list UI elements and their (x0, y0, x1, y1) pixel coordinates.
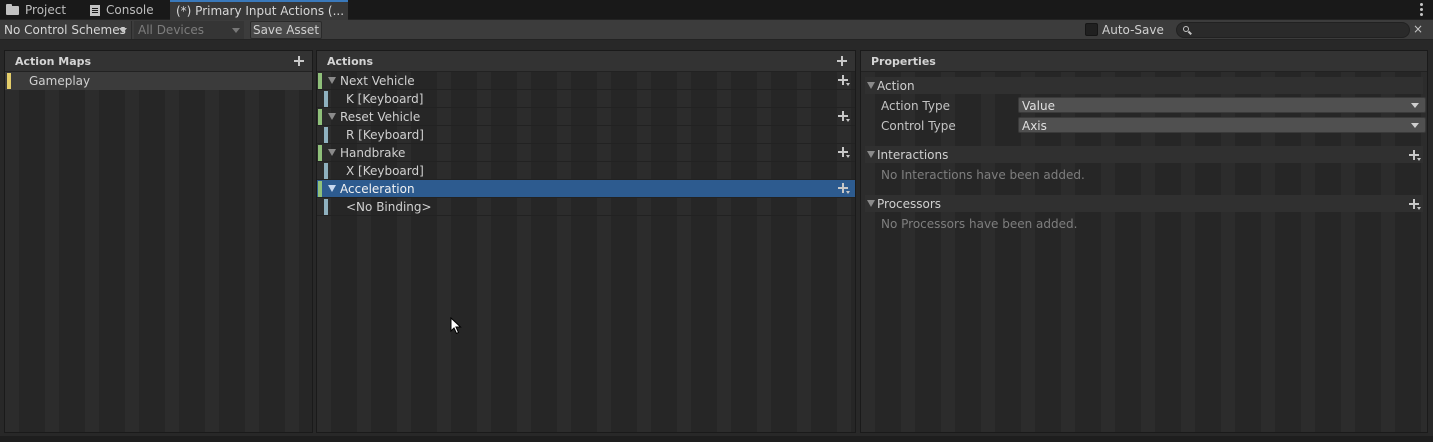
action-maps-title: Action Maps (15, 55, 92, 68)
tab-input-actions[interactable]: (*) Primary Input Actions (... (170, 0, 348, 20)
action-label: Acceleration (340, 182, 415, 196)
action-item-reset-vehicle[interactable]: Reset Vehicle (317, 108, 855, 126)
binding-label: X [Keyboard] (346, 164, 424, 178)
interactions-empty-message: No Interactions have been added. (881, 168, 1085, 182)
action-map-item-gameplay[interactable]: Gameplay (5, 72, 312, 90)
action-section-header[interactable]: Action (865, 77, 1423, 94)
expand-triangle-icon[interactable] (867, 151, 875, 158)
folder-icon (6, 3, 19, 15)
actions-header: Actions (317, 51, 855, 72)
properties-header: Properties (861, 51, 1427, 72)
expand-triangle-icon[interactable] (328, 149, 336, 156)
chevron-down-icon (1411, 103, 1419, 108)
chevron-down-icon (232, 28, 240, 33)
chevron-down-icon (1411, 123, 1419, 128)
control-type-dropdown[interactable]: Axis (1018, 117, 1426, 133)
binding-item[interactable]: K [Keyboard] (317, 90, 855, 108)
processors-section-header[interactable]: Processors (865, 195, 1423, 212)
expand-triangle-icon[interactable] (328, 185, 336, 192)
control-type-value: Axis (1022, 119, 1047, 133)
clear-search-icon[interactable]: × (1413, 22, 1423, 36)
add-processor-icon[interactable] (1409, 199, 1421, 210)
binding-label: <No Binding> (346, 200, 432, 214)
console-icon (90, 4, 100, 16)
action-label: Reset Vehicle (340, 110, 421, 124)
status-bar (0, 436, 1433, 442)
more-options-icon[interactable] (1420, 3, 1423, 17)
action-maps-header: Action Maps (5, 51, 312, 72)
action-section-label: Action (877, 79, 915, 93)
action-label: Handbrake (340, 146, 406, 160)
add-binding-icon[interactable] (838, 147, 850, 158)
action-map-color-bar (7, 73, 11, 89)
mouse-cursor-icon (450, 317, 462, 335)
action-label: Next Vehicle (340, 74, 415, 88)
asset-toolbar: No Control Schemes All Devices Save Asse… (0, 20, 1433, 40)
save-asset-button[interactable]: Save Asset (250, 21, 322, 39)
auto-save-checkbox[interactable] (1085, 23, 1098, 36)
chevron-down-icon (119, 28, 127, 33)
binding-item[interactable]: <No Binding> (317, 198, 855, 216)
devices-value: All Devices (138, 23, 204, 37)
tab-console[interactable]: Console (90, 0, 154, 20)
processors-section-label: Processors (877, 197, 942, 211)
control-schemes-value: No Control Schemes (4, 23, 126, 37)
action-item-acceleration[interactable]: Acceleration (317, 180, 855, 198)
properties-title: Properties (871, 55, 936, 68)
action-type-dropdown[interactable]: Value (1018, 97, 1426, 113)
binding-label: K [Keyboard] (346, 92, 424, 106)
tab-console-label: Console (106, 3, 154, 17)
action-type-label: Action Type (881, 99, 950, 113)
search-input[interactable] (1176, 22, 1410, 38)
expand-triangle-icon[interactable] (867, 200, 875, 207)
binding-item[interactable]: R [Keyboard] (317, 126, 855, 144)
interactions-section-label: Interactions (877, 148, 949, 162)
add-binding-icon[interactable] (838, 75, 850, 86)
action-type-value: Value (1022, 99, 1055, 113)
auto-save-label: Auto-Save (1102, 23, 1164, 37)
expand-triangle-icon[interactable] (328, 113, 336, 120)
processors-empty-message: No Processors have been added. (881, 217, 1078, 231)
control-schemes-dropdown[interactable]: No Control Schemes (0, 21, 132, 39)
interactions-section-header[interactable]: Interactions (865, 146, 1423, 163)
add-interaction-icon[interactable] (1409, 150, 1421, 161)
devices-dropdown[interactable]: All Devices (134, 21, 244, 39)
add-binding-icon[interactable] (838, 183, 850, 194)
control-type-label: Control Type (881, 119, 956, 133)
add-action-icon[interactable] (837, 56, 847, 66)
add-action-map-icon[interactable] (294, 56, 304, 66)
binding-item[interactable]: X [Keyboard] (317, 162, 855, 180)
expand-triangle-icon[interactable] (867, 82, 875, 89)
action-maps-panel: Action Maps Gameplay (4, 50, 313, 433)
tab-input-actions-label: (*) Primary Input Actions (... (176, 4, 345, 18)
action-item-handbrake[interactable]: Handbrake (317, 144, 855, 162)
editor-tab-bar: Project Console (*) Primary Input Action… (0, 0, 1433, 20)
properties-panel: Properties Action Action Type Value Cont… (860, 50, 1428, 433)
add-binding-icon[interactable] (838, 111, 850, 122)
actions-title: Actions (327, 55, 373, 68)
actions-panel: Actions Next Vehicle K [Keyboard] Reset … (316, 50, 856, 433)
action-item-next-vehicle[interactable]: Next Vehicle (317, 72, 855, 90)
binding-label: R [Keyboard] (346, 128, 424, 142)
search-icon (1183, 26, 1189, 32)
tab-project[interactable]: Project (6, 0, 66, 20)
action-map-label: Gameplay (29, 74, 91, 88)
tab-project-label: Project (25, 3, 67, 17)
expand-triangle-icon[interactable] (328, 77, 336, 84)
